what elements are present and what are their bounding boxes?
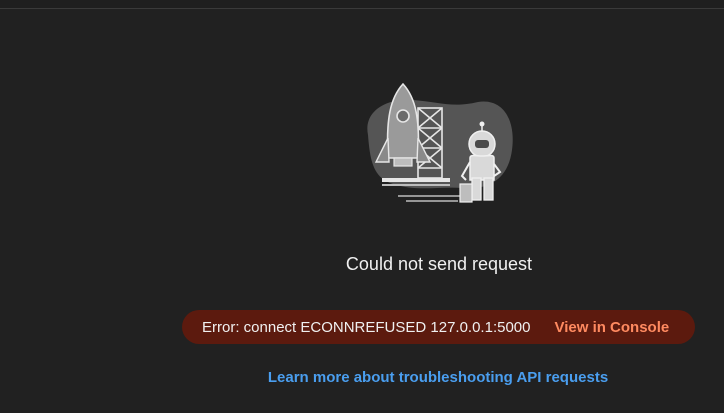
view-in-console-button[interactable]: View in Console [554, 319, 669, 336]
error-banner: Error: connect ECONNREFUSED 127.0.0.1:50… [182, 310, 695, 344]
troubleshooting-link[interactable]: Learn more about troubleshooting API req… [0, 369, 724, 386]
top-divider [0, 0, 724, 9]
error-text: Error: connect ECONNREFUSED 127.0.0.1:50… [202, 318, 531, 336]
error-message: Could not send request [345, 254, 533, 274]
rocket-astronaut-illustration [358, 80, 518, 210]
